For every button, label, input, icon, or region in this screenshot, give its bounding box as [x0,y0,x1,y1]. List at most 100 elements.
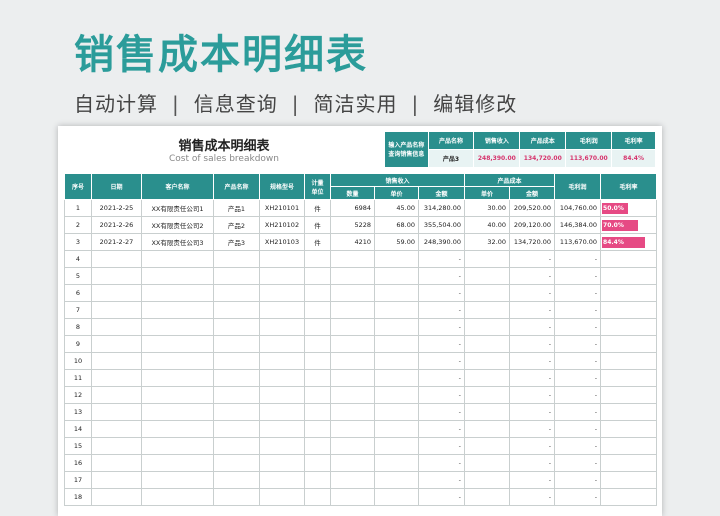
cell-empty[interactable] [600,386,658,404]
cell-empty[interactable] [600,352,658,370]
cell-empty[interactable] [91,369,142,387]
cell-empty[interactable] [91,403,142,421]
cell-empty-value[interactable]: - [417,369,466,387]
cell-customer[interactable]: XX有限责任公司1 [141,199,214,217]
cell-empty[interactable] [141,454,214,472]
cell-empty-value[interactable]: - [554,471,602,489]
cell-empty-value[interactable]: - [554,284,602,302]
cell-empty[interactable] [464,352,511,370]
cell-empty-value[interactable]: - [417,284,466,302]
cell-empty[interactable] [600,318,658,336]
cell-seq[interactable]: 3 [64,233,92,251]
cell-empty[interactable] [304,471,331,489]
cell-cost-amount[interactable]: 209,520.00 [509,199,556,217]
cell-empty[interactable] [141,369,214,387]
cell-empty[interactable] [213,284,260,302]
cell-date[interactable]: 2021-2-26 [91,216,142,234]
cell-empty[interactable] [213,335,260,353]
cell-margin[interactable]: 50.0% [600,199,658,217]
cell-seq[interactable]: 4 [64,250,92,268]
cell-empty-value[interactable]: - [509,369,556,387]
cell-empty-value[interactable]: - [509,454,556,472]
cell-empty[interactable] [464,488,511,506]
cell-empty[interactable] [259,301,305,319]
cell-product[interactable]: 产品3 [213,233,260,251]
cell-empty[interactable] [213,267,260,285]
cell-empty-value[interactable]: - [509,352,556,370]
cell-price[interactable]: 68.00 [374,216,419,234]
cell-empty[interactable] [91,488,142,506]
cell-empty[interactable] [141,488,214,506]
cell-seq[interactable]: 7 [64,301,92,319]
cell-empty[interactable] [464,335,511,353]
query-product-input[interactable]: 产品3 [427,149,475,168]
cell-model[interactable]: XH210102 [259,216,305,234]
cell-seq[interactable]: 6 [64,284,92,302]
cell-empty-value[interactable]: - [554,352,602,370]
cell-empty[interactable] [464,284,511,302]
cell-empty-value[interactable]: - [554,488,602,506]
cell-empty[interactable] [141,301,214,319]
cell-empty[interactable] [141,386,214,404]
cell-empty[interactable] [464,471,511,489]
cell-qty[interactable]: 4210 [330,233,375,251]
cell-product[interactable]: 产品2 [213,216,260,234]
cell-empty[interactable] [330,437,375,455]
cell-empty[interactable] [600,369,658,387]
cell-seq[interactable]: 18 [64,488,92,506]
cell-empty[interactable] [600,437,658,455]
cell-empty-value[interactable]: - [417,471,466,489]
cell-empty-value[interactable]: - [554,301,602,319]
cell-empty[interactable] [464,420,511,438]
cell-empty[interactable] [600,403,658,421]
cell-empty[interactable] [91,335,142,353]
cell-empty-value[interactable]: - [509,284,556,302]
cell-empty[interactable] [600,335,658,353]
cell-empty[interactable] [330,386,375,404]
cell-empty[interactable] [330,369,375,387]
cell-empty[interactable] [600,471,658,489]
cell-empty[interactable] [213,488,260,506]
cell-empty[interactable] [141,284,214,302]
cell-empty[interactable] [304,420,331,438]
cell-empty-value[interactable]: - [509,488,556,506]
cell-empty[interactable] [304,386,331,404]
cell-empty[interactable] [600,301,658,319]
cell-seq[interactable]: 12 [64,386,92,404]
cell-margin[interactable]: 84.4% [600,233,658,251]
cell-unit[interactable]: 件 [304,233,331,251]
cell-empty[interactable] [374,403,419,421]
cell-empty[interactable] [374,284,419,302]
cell-empty[interactable] [304,318,331,336]
cell-empty[interactable] [259,267,305,285]
cell-empty[interactable] [91,454,142,472]
cell-empty[interactable] [91,386,142,404]
cell-empty-value[interactable]: - [417,420,466,438]
cell-qty[interactable]: 5228 [330,216,375,234]
cell-empty[interactable] [259,369,305,387]
cell-empty-value[interactable]: - [417,386,466,404]
cell-empty[interactable] [304,403,331,421]
cell-empty-value[interactable]: - [509,250,556,268]
cell-empty[interactable] [259,454,305,472]
cell-empty[interactable] [374,488,419,506]
cell-cost-price[interactable]: 40.00 [464,216,511,234]
cell-empty[interactable] [374,454,419,472]
cell-seq[interactable]: 17 [64,471,92,489]
cell-empty[interactable] [304,335,331,353]
cell-empty-value[interactable]: - [509,301,556,319]
cell-empty[interactable] [600,267,658,285]
cell-empty-value[interactable]: - [554,437,602,455]
cell-empty[interactable] [304,454,331,472]
cell-empty[interactable] [259,250,305,268]
cell-empty[interactable] [141,335,214,353]
cell-empty[interactable] [259,403,305,421]
cell-empty[interactable] [259,335,305,353]
cell-empty-value[interactable]: - [417,301,466,319]
cell-empty-value[interactable]: - [509,403,556,421]
cell-seq[interactable]: 8 [64,318,92,336]
cell-empty[interactable] [91,352,142,370]
cell-cost-price[interactable]: 30.00 [464,199,511,217]
cell-empty[interactable] [374,301,419,319]
cell-cost-amount[interactable]: 134,720.00 [509,233,556,251]
